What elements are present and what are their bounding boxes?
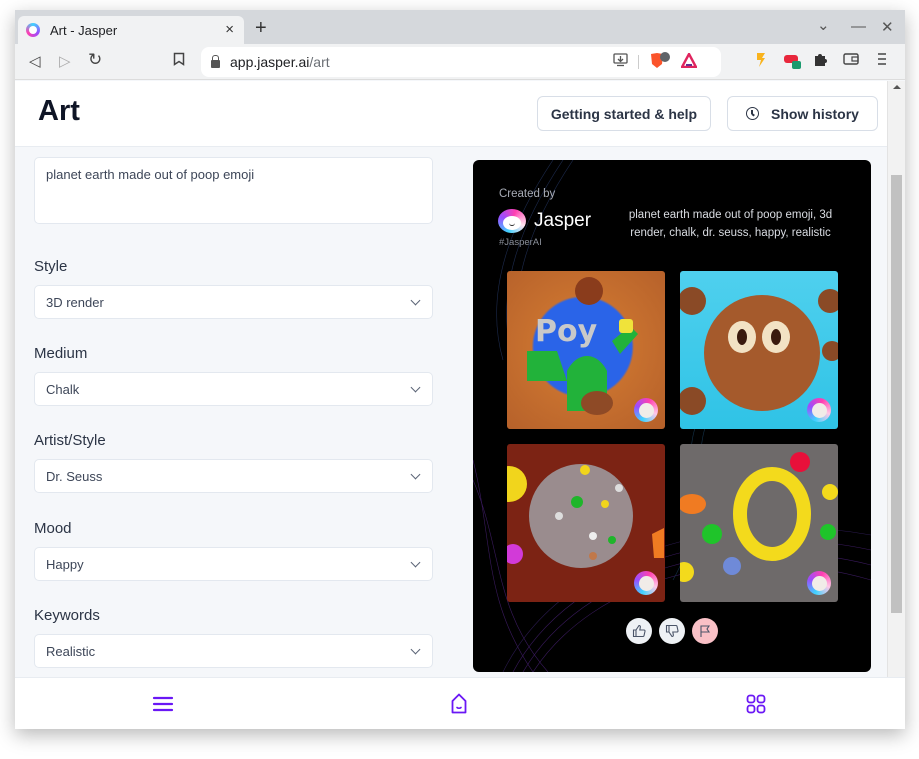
jasper-logo-icon [498, 209, 526, 233]
tab-search-icon[interactable]: ⌄ [817, 16, 830, 34]
wallet-icon[interactable] [843, 52, 859, 70]
artist-style-value: Dr. Seuss [46, 468, 103, 484]
chevron-down-icon [410, 382, 421, 393]
thumbs-up-button[interactable] [626, 618, 652, 644]
brave-rewards-icon[interactable] [679, 51, 699, 71]
style-select[interactable]: 3D render [34, 285, 433, 319]
keywords-select[interactable]: Realistic [34, 634, 433, 668]
chevron-down-icon [410, 469, 421, 480]
created-by-label: Created by [499, 188, 556, 200]
medium-label: Medium [34, 345, 88, 362]
browser-menu-icon[interactable] [877, 52, 887, 70]
thumbs-up-icon [632, 624, 646, 638]
thumbs-down-icon [665, 624, 679, 638]
clock-icon [746, 107, 760, 120]
jasper-favicon-icon [26, 23, 40, 37]
jasper-watermark-icon [634, 571, 658, 595]
page-scrollbar[interactable] [887, 81, 905, 677]
mood-label: Mood [34, 520, 72, 537]
page-title: Art [38, 95, 80, 127]
scroll-thumb[interactable] [891, 175, 902, 613]
apps-grid-icon[interactable] [744, 692, 768, 716]
flag-icon [700, 625, 711, 637]
jasper-watermark-icon [634, 398, 658, 422]
bottom-nav [15, 677, 905, 729]
forward-icon[interactable]: ▷ [59, 52, 71, 70]
url-path: /art [309, 54, 330, 70]
scroll-up-arrow-icon[interactable] [893, 85, 901, 89]
minimize-icon[interactable]: — [851, 18, 866, 35]
getting-started-help-button[interactable]: Getting started & help [537, 96, 711, 131]
mood-value: Happy [46, 556, 84, 572]
bookmark-icon[interactable] [173, 52, 185, 70]
address-bar[interactable]: app.jasper.ai/art [201, 47, 721, 77]
jasper-brand: Jasper [498, 209, 591, 233]
chevron-down-icon [410, 295, 421, 306]
tab-close-icon[interactable]: × [225, 21, 234, 38]
prompt-textarea[interactable]: planet earth made out of poop emoji [34, 157, 433, 224]
close-window-icon[interactable]: ✕ [881, 18, 894, 36]
art-prompt-text: planet earth made out of poop emoji, 3d … [628, 209, 833, 239]
medium-select[interactable]: Chalk [34, 372, 433, 406]
show-history-button[interactable]: Show history [727, 96, 878, 131]
report-flag-button[interactable] [692, 618, 718, 644]
page-header: Art Getting started & help Show history [15, 81, 887, 147]
mood-select[interactable]: Happy [34, 547, 433, 581]
thumbs-down-button[interactable] [659, 618, 685, 644]
brave-shields-icon[interactable] [649, 52, 671, 73]
back-icon[interactable]: ◁ [29, 52, 41, 70]
jasper-watermark-icon [807, 571, 831, 595]
chevron-down-icon [410, 557, 421, 568]
hashtag: #JasperAI [499, 237, 542, 248]
extension-badge-icon[interactable] [783, 52, 803, 74]
extension-key-icon[interactable] [755, 52, 767, 72]
jasper-watermark-icon [807, 398, 831, 422]
url-divider [638, 55, 639, 69]
install-app-icon[interactable] [613, 53, 628, 70]
new-tab-button[interactable]: + [255, 18, 267, 38]
keywords-label: Keywords [34, 607, 100, 624]
keywords-value: Realistic [46, 643, 96, 659]
browser-toolbar: ◁ ▷ ↻ app.jasper.ai/art [15, 44, 905, 80]
art-result-card: Created by Jasper #JasperAI planet earth… [473, 160, 871, 672]
browser-window: Art - Jasper × + ⌄ — ✕ ◁ ▷ ↻ app.jasper.… [15, 10, 905, 729]
lock-icon [211, 55, 220, 68]
artist-style-label: Artist/Style [34, 432, 106, 449]
generated-image-4[interactable] [680, 444, 838, 602]
generated-image-1[interactable]: Poy [507, 271, 665, 429]
tab-title: Art - Jasper [50, 22, 118, 38]
tab-strip: Art - Jasper × + ⌄ — ✕ [15, 10, 905, 44]
chevron-down-icon [410, 644, 421, 655]
show-history-label: Show history [771, 105, 859, 122]
svg-text:Poy: Poy [535, 314, 598, 349]
style-label: Style [34, 258, 68, 275]
art-page: Art Getting started & help Show history … [15, 81, 887, 677]
brand-name: Jasper [534, 210, 592, 231]
generated-image-2[interactable] [680, 271, 838, 429]
extensions-puzzle-icon[interactable] [813, 52, 828, 71]
url-host: app.jasper.ai [230, 54, 310, 70]
style-value: 3D render [46, 294, 104, 310]
menu-icon[interactable] [151, 692, 175, 716]
browser-tab[interactable]: Art - Jasper × [18, 16, 244, 44]
medium-value: Chalk [46, 381, 80, 397]
generated-image-3[interactable] [507, 444, 665, 602]
reload-icon[interactable]: ↻ [88, 50, 102, 70]
home-icon[interactable] [447, 692, 471, 716]
artist-style-select[interactable]: Dr. Seuss [34, 459, 433, 493]
